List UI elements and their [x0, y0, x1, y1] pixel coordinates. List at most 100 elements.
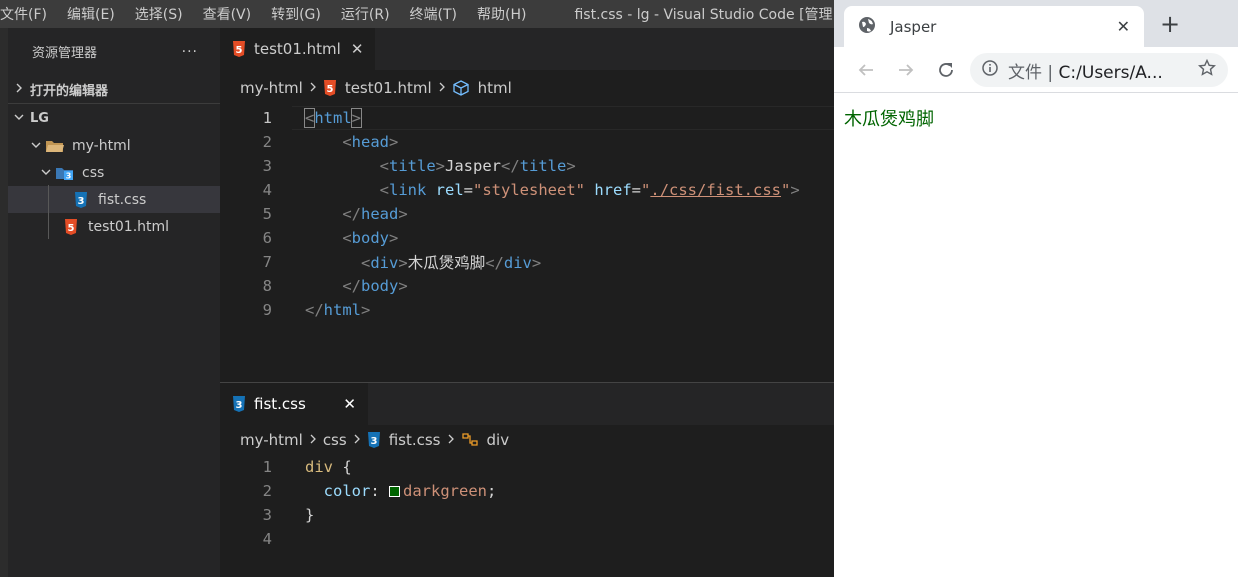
editor-group-bottom: 3 fist.css ✕ my-html css 3 fist.css div … — [220, 383, 834, 577]
page-div-text: 木瓜煲鸡脚 — [844, 109, 934, 130]
browser-tab[interactable]: Jasper ✕ — [844, 6, 1144, 47]
css-file-icon: 3 — [232, 396, 246, 412]
line-number: 4 — [262, 530, 272, 548]
tree-file-fist-css[interactable]: 3 fist.css — [8, 186, 220, 213]
menu-selection[interactable]: 选择(S) — [135, 4, 191, 24]
code-line: 5 </head> — [220, 202, 834, 226]
code-line: 3} — [220, 503, 834, 527]
new-tab-icon[interactable]: + — [1160, 12, 1180, 36]
bookmark-star-icon[interactable] — [1197, 58, 1217, 81]
breadcrumb-item[interactable]: my-html — [240, 79, 303, 97]
svg-text:3: 3 — [66, 171, 72, 180]
code-line: 8 </body> — [220, 274, 834, 298]
chevron-right-icon — [447, 433, 455, 448]
svg-text:3: 3 — [78, 196, 85, 207]
chevron-right-icon — [309, 433, 317, 448]
folder-open-icon — [44, 138, 66, 154]
svg-text:5: 5 — [326, 84, 333, 95]
breadcrumb-item[interactable]: fist.css — [389, 431, 441, 449]
breadcrumb: my-html css 3 fist.css div — [220, 425, 834, 455]
close-icon[interactable]: ✕ — [1117, 17, 1130, 36]
tab-label: test01.html — [254, 40, 341, 58]
tree-label: my-html — [72, 137, 131, 154]
tab-fist-css[interactable]: 3 fist.css ✕ — [220, 383, 368, 425]
address-scheme-label: 文件 — [1008, 62, 1042, 83]
menubar: 文件(F) 编辑(E) 选择(S) 查看(V) 转到(G) 运行(R) 终端(T… — [0, 0, 834, 28]
tab-label: fist.css — [254, 395, 306, 413]
activity-bar — [0, 28, 8, 577]
breadcrumb-item[interactable]: test01.html — [345, 79, 432, 97]
open-editors-section[interactable]: 打开的编辑器 — [8, 75, 220, 103]
line-number: 8 — [262, 277, 272, 295]
breadcrumb-item[interactable]: my-html — [240, 431, 303, 449]
workspace-label: LG — [30, 110, 49, 126]
breadcrumb: my-html 5 test01.html html — [220, 70, 834, 106]
forward-arrow-icon[interactable] — [886, 61, 926, 79]
element-cube-icon — [452, 80, 470, 96]
tree-label: fist.css — [98, 191, 147, 208]
address-text: 文件 | C:/Users/A... — [1008, 62, 1163, 83]
line-number: 9 — [262, 301, 272, 319]
menu-go[interactable]: 转到(G) — [271, 4, 329, 24]
code-line: 4 — [220, 527, 834, 551]
menu-edit[interactable]: 编辑(E) — [67, 4, 123, 24]
svg-text:3: 3 — [236, 400, 243, 411]
chevron-down-icon — [14, 111, 30, 125]
line-number: 2 — [262, 133, 272, 151]
info-icon[interactable] — [982, 60, 998, 80]
open-editors-label: 打开的编辑器 — [30, 83, 109, 99]
close-icon[interactable]: ✕ — [351, 40, 364, 58]
explorer-header: 资源管理器 ··· — [8, 28, 220, 75]
browser-tabstrip: Jasper ✕ + — [834, 0, 1238, 47]
indent-guide — [48, 185, 49, 239]
color-swatch[interactable] — [389, 486, 401, 497]
code-editor-bottom[interactable]: 1 div { 2 color: darkgreen; 3} 4 — [220, 455, 834, 551]
line-number: 7 — [262, 253, 272, 271]
code-editor-top[interactable]: 1 <html> 2 <head> 3 <title>Jasper</title>… — [220, 106, 834, 378]
line-number: 1 — [262, 458, 272, 476]
line-number: 2 — [262, 482, 272, 500]
chevron-right-icon — [309, 81, 317, 96]
back-arrow-icon[interactable] — [846, 61, 886, 79]
code-line: 4 <link rel="stylesheet" href="./css/fis… — [220, 178, 834, 202]
menu-view[interactable]: 查看(V) — [203, 4, 260, 24]
breadcrumb-item[interactable]: html — [478, 79, 512, 97]
tab-test01-html[interactable]: 5 test01.html ✕ — [220, 28, 376, 70]
more-actions-icon[interactable]: ··· — [182, 44, 198, 60]
breadcrumb-item[interactable]: css — [323, 431, 347, 449]
reload-icon[interactable] — [926, 61, 966, 79]
html-file-icon: 5 — [60, 218, 82, 235]
code-line: 6 <body> — [220, 226, 834, 250]
address-bar[interactable]: 文件 | C:/Users/A... — [970, 53, 1228, 87]
svg-text:5: 5 — [236, 45, 243, 56]
svg-text:5: 5 — [68, 223, 75, 234]
tabbar-top: 5 test01.html ✕ — [220, 28, 834, 70]
explorer-sidebar: 资源管理器 ··· 打开的编辑器 LG my-html 3 css 3 fist… — [8, 28, 220, 577]
svg-text:3: 3 — [370, 436, 377, 447]
explorer-title: 资源管理器 — [32, 46, 98, 61]
tree-file-test01-html[interactable]: 5 test01.html — [8, 213, 220, 240]
line-number: 3 — [262, 157, 272, 175]
breadcrumb-item[interactable]: div — [487, 431, 510, 449]
tree-label: css — [82, 164, 105, 181]
menu-terminal[interactable]: 终端(T) — [410, 4, 465, 24]
code-line: 3 <title>Jasper</title> — [220, 154, 834, 178]
tree-folder-my-html[interactable]: my-html — [8, 132, 220, 159]
close-icon[interactable]: ✕ — [343, 395, 356, 413]
tree-folder-css[interactable]: 3 css — [8, 159, 220, 186]
tabbar-bottom: 3 fist.css ✕ — [220, 383, 834, 425]
code-line: 7 <div>木瓜煲鸡脚</div> — [220, 250, 834, 274]
menu-help[interactable]: 帮助(H) — [477, 4, 534, 24]
address-url: C:/Users/A... — [1058, 62, 1163, 83]
current-line-highlight — [292, 106, 834, 130]
code-line: 9 </html> — [220, 298, 834, 322]
code-line: 1 div { — [220, 455, 834, 479]
chevron-right-icon — [353, 433, 361, 448]
menu-file[interactable]: 文件(F) — [0, 4, 55, 24]
chevron-right-icon — [438, 81, 446, 96]
css-file-icon: 3 — [70, 191, 92, 208]
menu-run[interactable]: 运行(R) — [341, 4, 398, 24]
code-line: 2 color: darkgreen; — [220, 479, 834, 503]
globe-icon — [858, 16, 876, 38]
workspace-section[interactable]: LG — [8, 104, 220, 132]
